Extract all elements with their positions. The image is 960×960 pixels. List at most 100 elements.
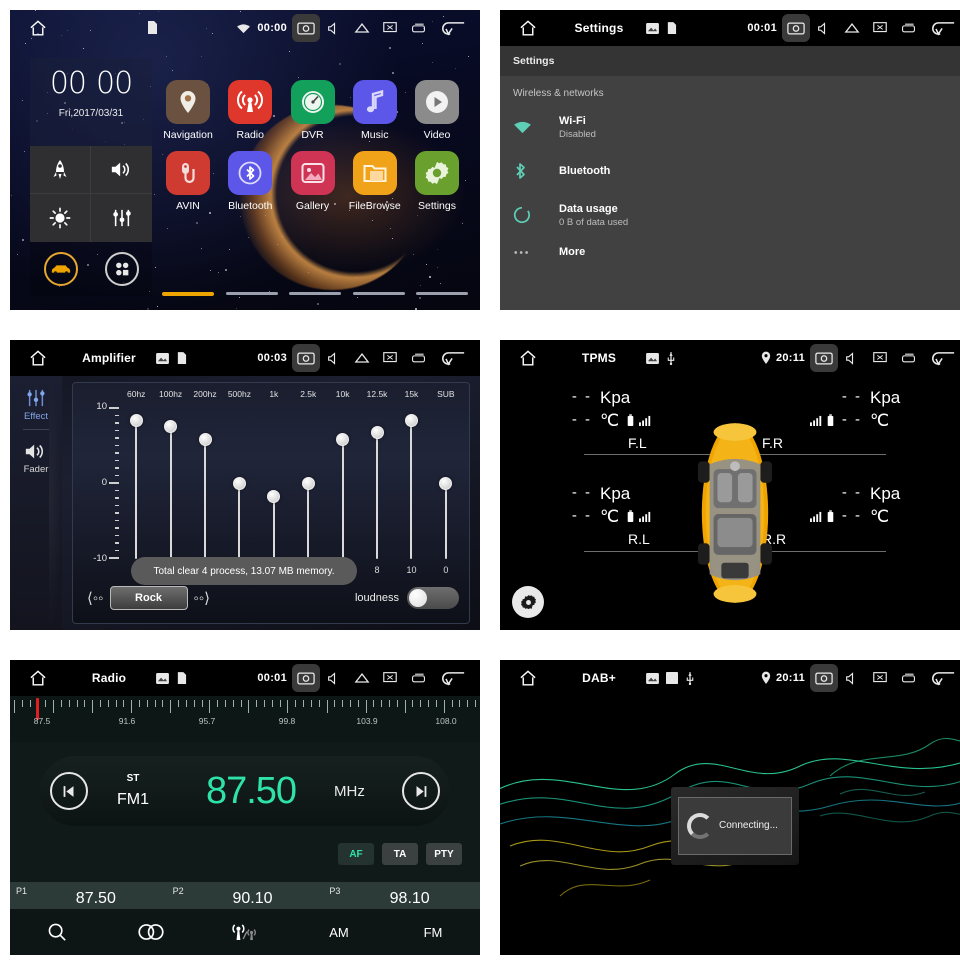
volume-icon[interactable] [91, 146, 152, 194]
mute-icon[interactable] [810, 14, 838, 42]
tab-fader[interactable]: Fader [10, 442, 62, 475]
app-navigation[interactable]: Navigation [160, 80, 216, 141]
eject-icon[interactable] [348, 664, 376, 692]
band-fm-button[interactable]: FM [386, 925, 480, 940]
recents-icon[interactable] [894, 664, 922, 692]
preset-button[interactable]: Rock [109, 586, 188, 610]
stereo-icon[interactable] [104, 923, 198, 941]
prev-preset-icon[interactable]: ⟨◦◦ [81, 589, 110, 607]
close-screen-icon[interactable] [866, 14, 894, 42]
eq-slider-10k[interactable] [325, 407, 359, 559]
back-icon[interactable] [432, 350, 474, 366]
back-icon[interactable] [922, 20, 960, 36]
recents-icon[interactable] [404, 14, 432, 42]
eq-slider-knob[interactable] [336, 432, 350, 446]
eq-slider-100hz[interactable] [153, 407, 187, 559]
rds-pty-button[interactable]: PTY [426, 843, 462, 865]
home-icon[interactable] [500, 349, 556, 368]
recents-icon[interactable] [894, 14, 922, 42]
close-screen-icon[interactable] [866, 664, 894, 692]
eq-slider-sub[interactable] [429, 407, 463, 559]
tab-effect[interactable]: Effect [10, 388, 62, 422]
eq-slider-200hz[interactable] [188, 407, 222, 559]
tpms-wheel-fl[interactable]: - - Kpa - - ℃ F.L [560, 388, 710, 451]
eq-slider-knob[interactable] [301, 477, 315, 490]
band-am-button[interactable]: AM [292, 925, 386, 940]
eq-slider-knob[interactable] [164, 420, 178, 433]
close-screen-icon[interactable] [376, 344, 404, 372]
app-video[interactable]: Video [409, 80, 465, 141]
eq-slider-500hz[interactable] [222, 407, 256, 559]
next-station-icon[interactable] [402, 772, 440, 810]
mute-icon[interactable] [838, 664, 866, 692]
eq-slider-15k[interactable] [394, 407, 428, 559]
app-radio[interactable]: Radio [222, 80, 278, 141]
eject-icon[interactable] [348, 344, 376, 372]
settings-row-data-usage[interactable]: Data usage 0 B of data used [500, 193, 960, 237]
search-icon[interactable] [10, 922, 104, 942]
eq-slider-knob[interactable] [232, 477, 246, 490]
eq-slider-60hz[interactable] [119, 407, 153, 559]
app-dvr[interactable]: DVR [285, 80, 341, 141]
rocket-icon[interactable] [30, 146, 91, 194]
home-icon[interactable] [500, 19, 556, 38]
screenshot-icon[interactable] [810, 344, 838, 372]
page-dot-2[interactable] [225, 292, 278, 295]
screenshot-icon[interactable] [782, 14, 810, 42]
recents-icon[interactable] [894, 344, 922, 372]
page-dot-1[interactable] [162, 292, 214, 296]
app-bluetooth[interactable]: Bluetooth [222, 151, 278, 212]
screenshot-icon[interactable] [810, 664, 838, 692]
mute-icon[interactable] [320, 344, 348, 372]
tpms-wheel-fr[interactable]: - - Kpa - - ℃ F.R [752, 388, 912, 451]
home-icon[interactable] [500, 669, 556, 688]
equalizer-icon[interactable] [91, 194, 152, 242]
back-icon[interactable] [922, 350, 960, 366]
eq-slider-knob[interactable] [129, 413, 143, 427]
screenshot-icon[interactable] [292, 344, 320, 372]
close-screen-icon[interactable] [376, 664, 404, 692]
brightness-icon[interactable] [30, 194, 91, 242]
eq-slider-knob[interactable] [198, 432, 212, 446]
eq-slider-knob[interactable] [370, 426, 384, 440]
home-icon[interactable] [10, 19, 66, 38]
loudness-toggle[interactable] [407, 587, 459, 609]
eq-slider-2.5k[interactable] [291, 407, 325, 559]
home-icon[interactable] [10, 349, 66, 368]
mute-icon[interactable] [838, 344, 866, 372]
page-dot-4[interactable] [352, 292, 405, 295]
settings-row-wifi[interactable]: Wi-Fi Disabled [500, 105, 960, 149]
page-dot-3[interactable] [289, 292, 341, 295]
home-icon[interactable] [10, 669, 66, 688]
page-dot-5[interactable] [416, 292, 468, 295]
back-icon[interactable] [922, 670, 960, 686]
close-screen-icon[interactable] [866, 344, 894, 372]
tpms-wheel-rr[interactable]: - - Kpa - - ℃ R.R [752, 484, 912, 547]
mute-icon[interactable] [320, 664, 348, 692]
screenshot-icon[interactable] [292, 664, 320, 692]
mute-icon[interactable] [320, 14, 348, 42]
eq-slider-knob[interactable] [439, 477, 453, 490]
eq-slider-knob[interactable] [404, 413, 418, 427]
eject-icon[interactable] [838, 14, 866, 42]
rds-af-button[interactable]: AF [338, 843, 374, 865]
antenna-icon[interactable] [198, 922, 292, 942]
next-preset-icon[interactable]: ◦◦⟩ [188, 589, 217, 607]
app-gallery[interactable]: Gallery [285, 151, 341, 212]
app-settings[interactable]: Settings [409, 151, 465, 212]
eq-slider-knob[interactable] [267, 489, 281, 503]
car-icon[interactable] [43, 252, 78, 286]
app-music[interactable]: Music [347, 80, 403, 141]
settings-row-bluetooth[interactable]: Bluetooth [500, 149, 960, 193]
tpms-wheel-rl[interactable]: - - Kpa - - ℃ R.L [560, 484, 710, 547]
back-icon[interactable] [432, 20, 474, 36]
eq-slider-12.5k[interactable] [360, 407, 394, 559]
settings-row-more[interactable]: More [500, 237, 960, 267]
app-filebrowse[interactable]: FileBrowse [347, 151, 403, 212]
clock-widget[interactable]: 00 00 Fri,2017/03/31 [30, 58, 152, 146]
apps-icon[interactable] [104, 252, 139, 286]
recents-icon[interactable] [404, 664, 432, 692]
rds-ta-button[interactable]: TA [382, 843, 418, 865]
back-icon[interactable] [432, 670, 474, 686]
radio-tuning-scale[interactable]: 87.5 91.6 95.7 99.8 103.9 108.0 [10, 696, 480, 742]
